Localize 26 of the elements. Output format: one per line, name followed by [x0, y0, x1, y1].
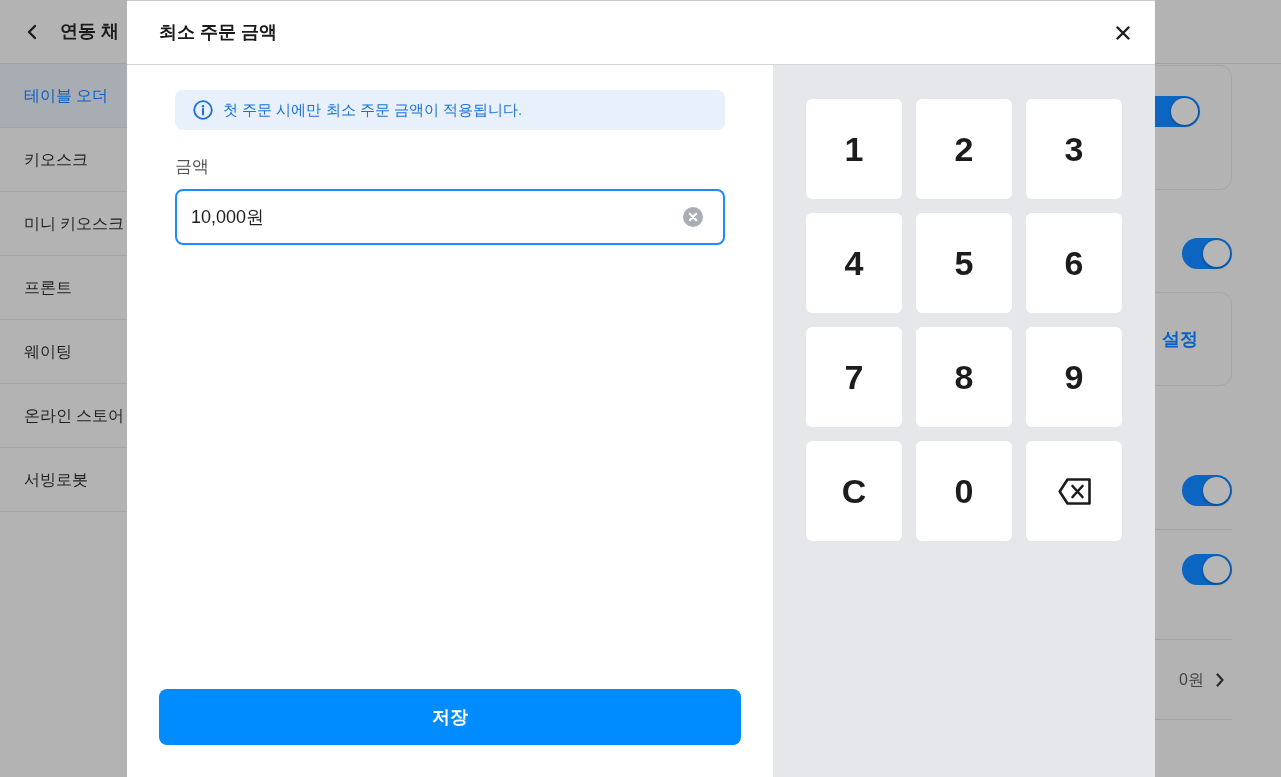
- keypad-key[interactable]: 9: [1026, 327, 1122, 427]
- toggle-switch[interactable]: [1182, 237, 1232, 269]
- keypad-key[interactable]: 5: [916, 213, 1012, 313]
- toggle-switch[interactable]: [1182, 475, 1232, 506]
- keypad-key[interactable]: 7: [806, 327, 902, 427]
- page-title: 연동 채: [60, 20, 119, 43]
- dialog-title: 최소 주문 금액: [159, 21, 277, 44]
- keypad-key[interactable]: 1: [806, 99, 902, 199]
- keypad-key[interactable]: 3: [1026, 99, 1122, 199]
- notice-text: 첫 주문 시에만 최소 주문 금액이 적용됩니다.: [223, 99, 523, 120]
- chevron-right-icon[interactable]: [1216, 672, 1224, 687]
- backspace-key[interactable]: [1026, 441, 1122, 541]
- keypad-key[interactable]: 2: [916, 99, 1012, 199]
- clear-icon[interactable]: [683, 207, 703, 227]
- value-text: 0원: [1179, 669, 1204, 690]
- info-icon: [193, 100, 213, 120]
- amount-label: 금액: [175, 156, 210, 178]
- keypad-key[interactable]: 0: [916, 441, 1012, 541]
- keypad-key[interactable]: 4: [806, 213, 902, 313]
- backspace-icon: [1057, 477, 1091, 505]
- amount-input[interactable]: 10,000원: [175, 189, 725, 245]
- keypad-key[interactable]: 8: [916, 327, 1012, 427]
- keypad-key[interactable]: C: [806, 441, 902, 541]
- toggle-switch[interactable]: [1155, 96, 1200, 127]
- toggle-switch[interactable]: [1182, 554, 1232, 585]
- keypad-key[interactable]: 6: [1026, 213, 1122, 313]
